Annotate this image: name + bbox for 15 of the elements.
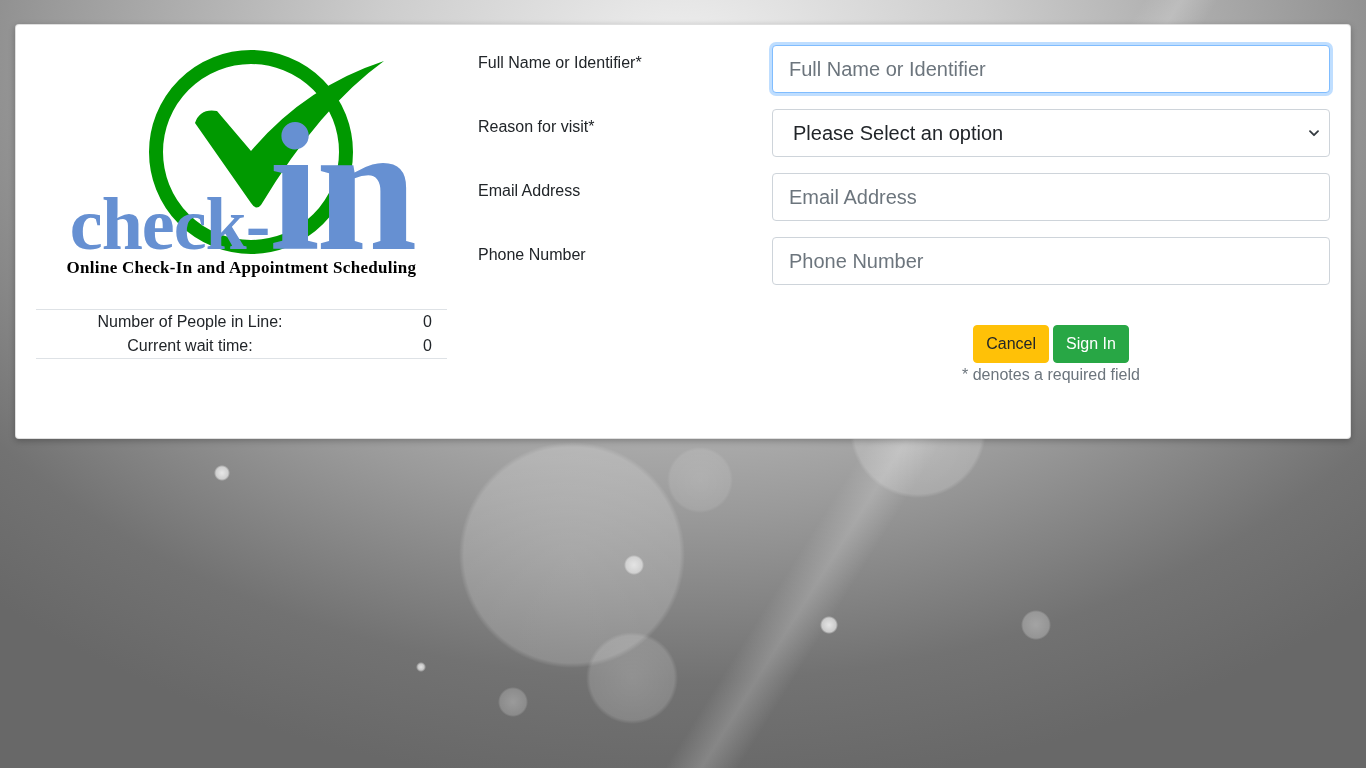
field-label: Reason for visit*	[478, 117, 596, 137]
stat-value: 0	[422, 336, 433, 356]
stat-label: Current wait time:	[126, 336, 254, 356]
stat-label: Number of People in Line:	[96, 312, 284, 332]
field-label: Phone Number	[478, 245, 587, 265]
stat-value: 0	[422, 312, 433, 332]
cancel-button[interactable]: Cancel	[973, 325, 1049, 363]
required-field-note: * denotes a required field	[962, 365, 1140, 385]
field-label: Full Name or Identifier*	[478, 53, 643, 73]
text-field[interactable]: Full Name or Identifier	[772, 45, 1330, 93]
chevron-down-icon	[1309, 129, 1319, 137]
select-field[interactable]: Please Select an option	[772, 109, 1330, 157]
text-field[interactable]: Phone Number	[772, 237, 1330, 285]
field-label: Email Address	[478, 181, 582, 201]
text-field[interactable]: Email Address	[772, 173, 1330, 221]
